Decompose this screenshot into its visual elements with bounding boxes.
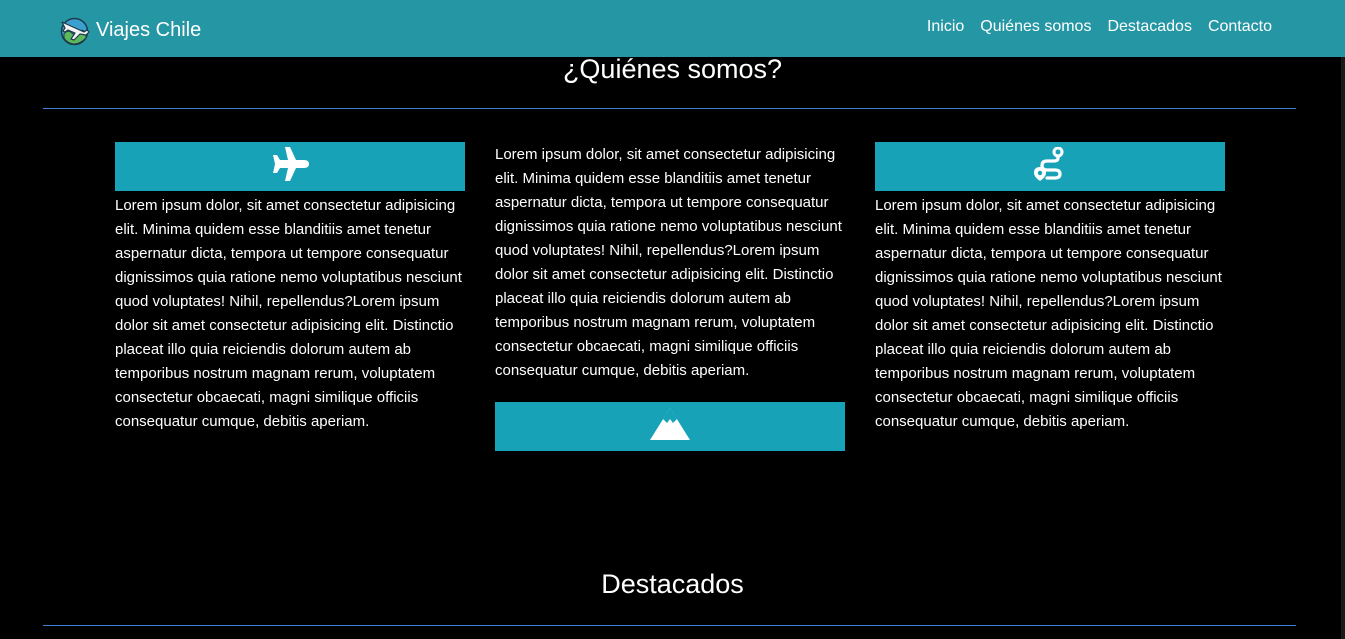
- globe-plane-logo-icon: [58, 14, 91, 47]
- about-column-text: Lorem ipsum dolor, sit amet consectetur …: [875, 197, 1222, 430]
- main-nav: Inicio Quiénes somos Destacados Contacto: [927, 18, 1272, 36]
- page-scrollbar[interactable]: [1341, 57, 1345, 639]
- about-section-title: ¿Quiénes somos?: [562, 54, 783, 84]
- about-column-3: Lorem ipsum dolor, sit amet consectetur …: [875, 142, 1225, 434]
- icon-bar: [495, 402, 845, 451]
- nav-link-contacto[interactable]: Contacto: [1208, 18, 1272, 36]
- nav-link-destacados[interactable]: Destacados: [1107, 18, 1192, 36]
- brand-link[interactable]: Viajes Chile: [58, 14, 201, 46]
- about-column-1: Lorem ipsum dolor, sit amet consectetur …: [115, 142, 465, 434]
- nav-link-quienes-somos[interactable]: Quiénes somos: [980, 18, 1091, 36]
- about-column-text: Lorem ipsum dolor, sit amet consectetur …: [495, 146, 842, 379]
- nav-link-inicio[interactable]: Inicio: [927, 18, 964, 36]
- about-divider: [43, 108, 1296, 109]
- mountain-icon: [649, 407, 691, 446]
- about-column-text: Lorem ipsum dolor, sit amet consectetur …: [115, 197, 462, 430]
- plane-icon: [271, 147, 309, 186]
- brand-name: Viajes Chile: [96, 18, 202, 41]
- featured-section-title: Destacados: [601, 569, 744, 599]
- icon-bar: [875, 142, 1225, 191]
- route-icon: [1033, 146, 1067, 186]
- navbar: Viajes Chile Inicio Quiénes somos Destac…: [0, 0, 1345, 57]
- icon-bar: [115, 142, 465, 191]
- about-column-2: Lorem ipsum dolor, sit amet consectetur …: [495, 143, 845, 451]
- featured-divider: [43, 625, 1296, 626]
